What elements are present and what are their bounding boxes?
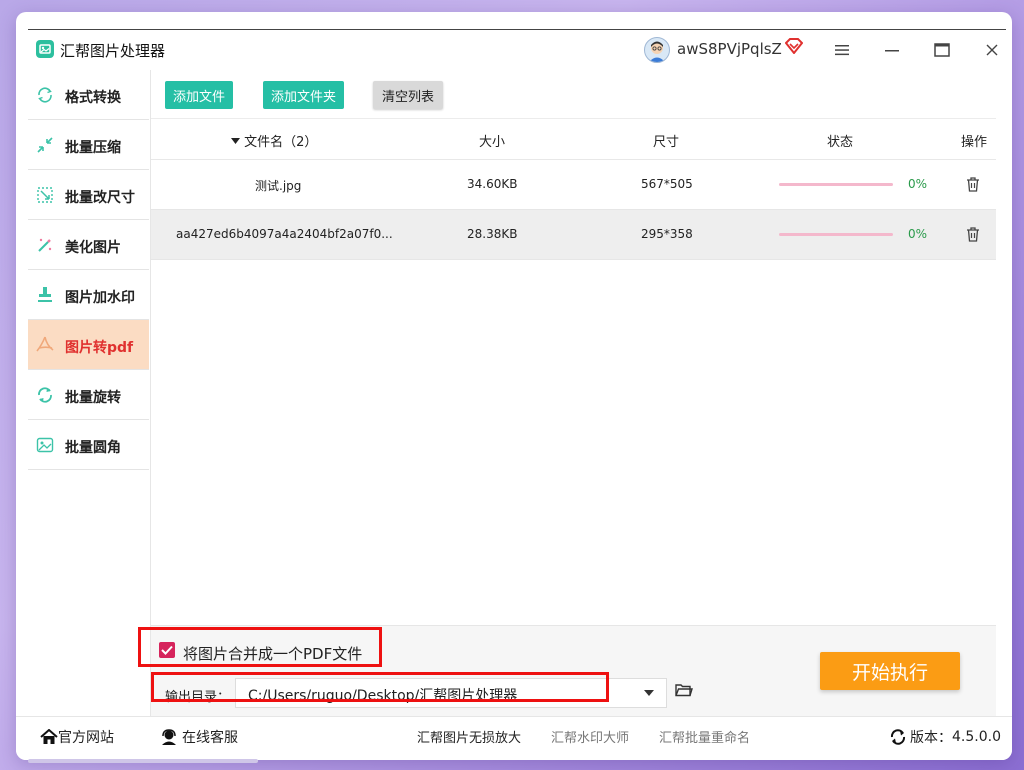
folder-icon[interactable] — [675, 683, 693, 697]
options-panel: 将图片合并成一个PDF文件 输出目录： C:/Users/ruguo/Deskt… — [138, 625, 996, 717]
watermark-icon — [38, 287, 52, 302]
file-size: 34.60KB — [467, 177, 518, 191]
header-status: 状态 — [827, 135, 854, 150]
status-bar: 官方网站 在线客服 汇帮图片无损放大 汇帮水印大师 汇帮批量重命名 版本： 4.… — [16, 716, 1012, 760]
watermark-master-link[interactable]: 汇帮水印大师 — [551, 727, 629, 746]
add-file-button[interactable]: 添加文件 — [165, 81, 234, 109]
close-icon[interactable] — [978, 38, 1006, 62]
delete-icon[interactable] — [966, 177, 980, 192]
resize-icon — [37, 187, 53, 203]
add-folder-button[interactable]: 添加文件夹 — [263, 81, 345, 109]
table-row[interactable]: aa427ed6b4097a4a2404bf2a07f0... 28.38KB … — [151, 210, 996, 260]
maximize-icon[interactable] — [928, 38, 956, 62]
file-dimensions: 567*505 — [641, 177, 693, 191]
sidebar-item-image-to-pdf[interactable]: 图片转pdf — [28, 320, 149, 370]
official-website-label: 官方网站 — [58, 730, 114, 746]
online-support-label: 在线客服 — [182, 730, 238, 746]
sidebar-item-rotate[interactable]: 批量旋转 — [28, 370, 149, 420]
title-bar: 汇帮图片处理器 awS8PVjPqlsZ — [16, 30, 1012, 70]
pdf-icon — [36, 336, 54, 352]
sidebar-item-label: 批量改尺寸 — [65, 190, 135, 206]
sidebar-item-format-convert[interactable]: 格式转换 — [28, 70, 149, 120]
header-dimensions: 尺寸 — [653, 135, 680, 150]
official-website-link[interactable]: 官方网站 — [40, 727, 114, 747]
sidebar: 格式转换 批量压缩 批量改尺寸 美化图片 图片加水印 图片转pdf 批量旋转 批… — [28, 70, 151, 716]
file-dimensions: 295*358 — [641, 227, 693, 241]
table-header: 文件名（2） 大小 尺寸 状态 操作 — [151, 119, 996, 160]
online-support-link[interactable]: 在线客服 — [160, 727, 238, 747]
header-actions: 操作 — [961, 135, 988, 150]
sidebar-item-label: 图片转pdf — [65, 340, 134, 356]
file-list-panel: 添加文件 添加文件夹 清空列表 文件名（2） 大小 尺寸 状态 操作 测试.jp… — [151, 70, 996, 625]
file-name: aa427ed6b4097a4a2404bf2a07f0... — [176, 227, 393, 241]
version-label: 版本： — [910, 730, 952, 746]
vip-icon[interactable] — [784, 38, 804, 58]
progress-bar — [779, 183, 893, 186]
sidebar-item-label: 批量旋转 — [65, 390, 121, 406]
round-corner-icon — [36, 437, 54, 453]
minimize-icon[interactable] — [878, 38, 906, 62]
highlight-box — [138, 627, 382, 667]
sidebar-item-label: 格式转换 — [65, 90, 121, 106]
home-icon — [40, 729, 58, 744]
menu-icon[interactable] — [828, 38, 856, 62]
table-row[interactable]: 测试.jpg 34.60KB 567*505 0% — [151, 160, 996, 210]
app-window: 汇帮图片处理器 awS8PVjPqlsZ 格式转换 批量压缩 批量改尺寸 美化图… — [16, 12, 1012, 760]
delete-icon[interactable] — [966, 227, 980, 242]
file-name: 测试.jpg — [255, 179, 302, 193]
beautify-icon — [38, 238, 52, 252]
sidebar-item-label: 图片加水印 — [65, 290, 135, 306]
start-button[interactable]: 开始执行 — [820, 652, 960, 690]
header-name: 文件名（2） — [244, 135, 318, 150]
version-number: 4.5.0.0 — [952, 729, 1001, 745]
file-size: 28.38KB — [467, 227, 518, 241]
lossless-upscale-link[interactable]: 汇帮图片无损放大 — [417, 727, 521, 746]
compress-icon — [37, 137, 53, 153]
sidebar-item-label: 批量压缩 — [65, 140, 121, 156]
rotate-icon — [38, 387, 52, 403]
sort-name-header[interactable]: 文件名（2） — [231, 131, 317, 150]
header-size: 大小 — [479, 135, 506, 150]
sidebar-item-label: 批量圆角 — [65, 440, 121, 456]
progress-percent: 0% — [908, 177, 928, 191]
app-logo-icon — [36, 40, 54, 58]
chevron-down-icon[interactable] — [644, 690, 654, 696]
sidebar-item-watermark[interactable]: 图片加水印 — [28, 270, 149, 320]
horizontal-scrollbar[interactable] — [28, 759, 258, 763]
support-icon — [162, 729, 176, 745]
sidebar-item-compress[interactable]: 批量压缩 — [28, 120, 149, 170]
avatar[interactable] — [644, 37, 670, 63]
refresh-icon — [890, 729, 906, 745]
app-title: 汇帮图片处理器 — [60, 42, 166, 60]
toolbar: 添加文件 添加文件夹 清空列表 — [151, 70, 996, 119]
version-info[interactable]: 版本： 4.5.0.0 — [890, 727, 1001, 747]
progress-percent: 0% — [908, 227, 928, 241]
highlight-box — [151, 672, 609, 702]
sidebar-item-label: 美化图片 — [65, 240, 121, 256]
sidebar-item-resize[interactable]: 批量改尺寸 — [28, 170, 149, 220]
clear-list-button[interactable]: 清空列表 — [373, 81, 444, 109]
progress-bar — [779, 233, 893, 236]
batch-rename-link[interactable]: 汇帮批量重命名 — [659, 727, 750, 746]
username[interactable]: awS8PVjPqlsZ — [677, 40, 782, 58]
sidebar-item-beautify[interactable]: 美化图片 — [28, 220, 149, 270]
sidebar-item-round-corner[interactable]: 批量圆角 — [28, 420, 149, 470]
sort-down-icon — [231, 138, 240, 144]
format-convert-icon — [38, 87, 52, 103]
